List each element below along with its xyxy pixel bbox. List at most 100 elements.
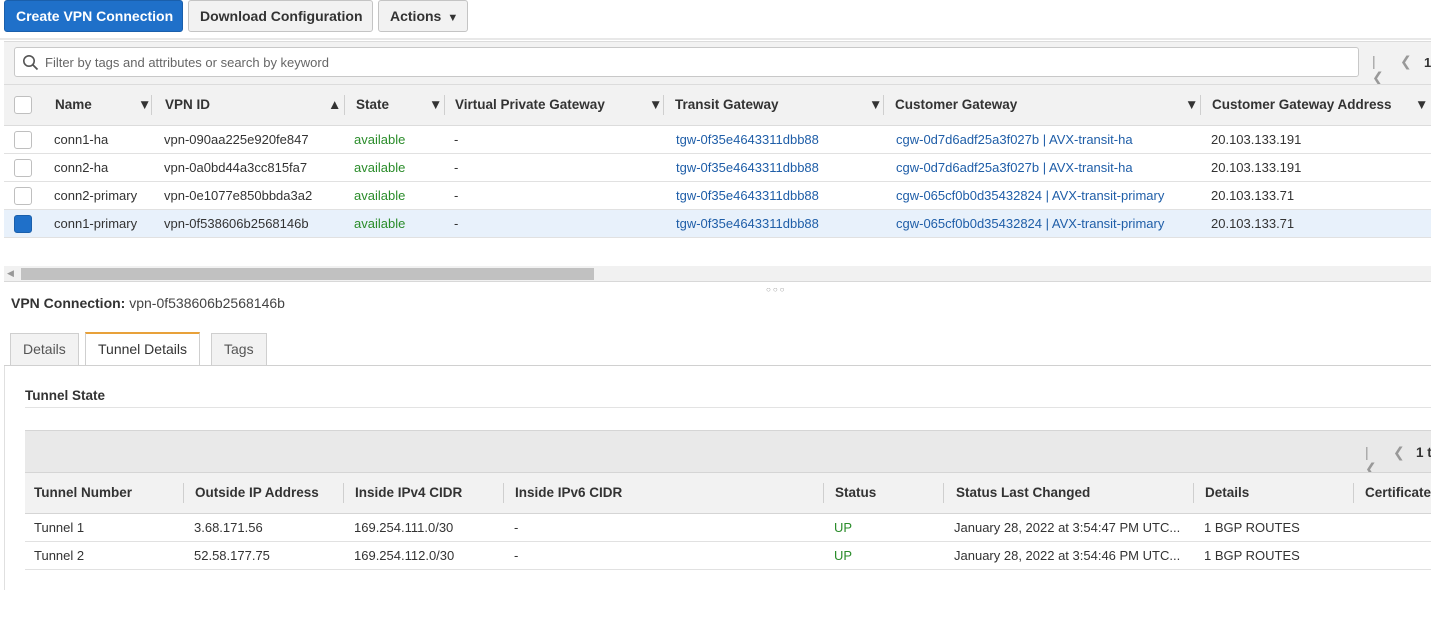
row-checkbox[interactable] bbox=[14, 131, 32, 149]
table-row[interactable]: conn2-ha vpn-0a0bd44a3cc815fa7 available… bbox=[4, 154, 1431, 182]
caret-down-icon: ▼ bbox=[447, 12, 459, 24]
section-title: Tunnel State bbox=[25, 388, 106, 403]
column-header-certificate[interactable]: Certificate bbox=[1365, 473, 1431, 513]
column-header-customer-gateway[interactable]: Customer Gateway bbox=[895, 85, 1017, 125]
cell-customer-gateway-address: 20.103.133.191 bbox=[1211, 160, 1302, 175]
column-header-outside-ip[interactable]: Outside IP Address bbox=[195, 473, 319, 513]
column-divider[interactable] bbox=[503, 483, 504, 503]
cell-state: available bbox=[354, 160, 406, 175]
transit-gateway-link[interactable]: tgw-0f35e4643311dbb88 bbox=[676, 154, 819, 182]
column-header-vpn-id[interactable]: VPN ID bbox=[165, 85, 210, 125]
customer-gateway-link[interactable]: cgw-065cf0b0d35432824 | AVX-transit-prim… bbox=[896, 210, 1164, 238]
download-configuration-button[interactable]: Download Configuration bbox=[188, 0, 373, 32]
tunnel-row[interactable]: Tunnel 1 3.68.171.56 169.254.111.0/30 - … bbox=[25, 514, 1431, 542]
cell-outside-ip: 3.68.171.56 bbox=[194, 520, 263, 535]
row-checkbox[interactable] bbox=[14, 159, 32, 177]
select-all-checkbox[interactable] bbox=[14, 96, 32, 114]
cell-name: conn2-ha bbox=[54, 160, 109, 175]
cell-vpg: - bbox=[454, 160, 459, 175]
column-divider[interactable] bbox=[1353, 483, 1354, 503]
tab-tunnel-details[interactable]: Tunnel Details bbox=[85, 332, 200, 366]
transit-gateway-link[interactable]: tgw-0f35e4643311dbb88 bbox=[676, 182, 819, 210]
column-divider[interactable] bbox=[183, 483, 184, 503]
create-vpn-connection-button[interactable]: Create VPN Connection bbox=[4, 0, 183, 32]
cell-vpn-id: vpn-0e1077e850bbda3a2 bbox=[164, 188, 313, 203]
column-header-state[interactable]: State bbox=[356, 85, 389, 125]
toolbar-divider bbox=[0, 38, 1431, 40]
transit-gateway-link[interactable]: tgw-0f35e4643311dbb88 bbox=[676, 210, 819, 238]
tabs-divider bbox=[4, 365, 1431, 366]
column-divider[interactable] bbox=[823, 483, 824, 503]
column-header-status-last-changed[interactable]: Status Last Changed bbox=[956, 473, 1090, 513]
cell-vpn-id: vpn-090aa225e920fe847 bbox=[164, 132, 309, 147]
scroll-left-icon[interactable]: ◀ bbox=[7, 268, 14, 279]
customer-gateway-link[interactable]: cgw-0d7d6adf25a3f027b | AVX-transit-ha bbox=[896, 154, 1133, 182]
table-row[interactable]: conn1-ha vpn-090aa225e920fe847 available… bbox=[4, 126, 1431, 154]
scrollbar-thumb[interactable] bbox=[21, 268, 594, 280]
cell-name: conn1-ha bbox=[54, 132, 109, 147]
column-divider[interactable] bbox=[943, 483, 944, 503]
search-icon bbox=[23, 55, 39, 71]
sort-asc-icon[interactable]: ▲ bbox=[328, 85, 341, 125]
column-header-transit-gateway[interactable]: Transit Gateway bbox=[675, 85, 779, 125]
table-row[interactable]: conn2-primary vpn-0e1077e850bbda3a2 avai… bbox=[4, 182, 1431, 210]
tunnel-table-header: Tunnel Number Outside IP Address Inside … bbox=[25, 472, 1431, 514]
prev-page-icon[interactable]: ❮ bbox=[1400, 53, 1412, 70]
sort-desc-icon[interactable]: ▼ bbox=[429, 85, 442, 125]
horizontal-scrollbar[interactable]: ◀ bbox=[4, 266, 1431, 282]
status-badge: UP bbox=[834, 520, 853, 535]
detail-vpn-id: vpn-0f538606b2568146b bbox=[129, 295, 285, 311]
cell-outside-ip: 52.58.177.75 bbox=[194, 548, 270, 563]
row-checkbox-checked[interactable] bbox=[14, 215, 32, 233]
first-page-icon[interactable]: |❮ bbox=[1372, 53, 1384, 86]
detail-label: VPN Connection: bbox=[11, 295, 126, 311]
column-header-status[interactable]: Status bbox=[835, 473, 876, 513]
tunnel-table-toolbar: |❮ ❮ 1 to 2 bbox=[25, 430, 1431, 476]
sort-desc-icon[interactable]: ▼ bbox=[869, 85, 882, 125]
filter-bar: Filter by tags and attributes or search … bbox=[4, 41, 1431, 86]
column-divider[interactable] bbox=[151, 95, 152, 115]
column-divider[interactable] bbox=[883, 95, 884, 115]
customer-gateway-link[interactable]: cgw-0d7d6adf25a3f027b | AVX-transit-ha bbox=[896, 126, 1133, 154]
cell-name: conn2-primary bbox=[54, 188, 138, 203]
column-header-tunnel-number[interactable]: Tunnel Number bbox=[34, 473, 132, 513]
search-input[interactable]: Filter by tags and attributes or search … bbox=[14, 47, 1359, 77]
sort-desc-icon[interactable]: ▼ bbox=[1185, 85, 1198, 125]
cell-customer-gateway-address: 20.103.133.71 bbox=[1211, 216, 1295, 231]
transit-gateway-link[interactable]: tgw-0f35e4643311dbb88 bbox=[676, 126, 819, 154]
column-divider[interactable] bbox=[444, 95, 445, 115]
tunnel-row[interactable]: Tunnel 2 52.58.177.75 169.254.112.0/30 -… bbox=[25, 542, 1431, 570]
cell-state: available bbox=[354, 132, 406, 147]
column-divider[interactable] bbox=[344, 95, 345, 115]
sort-desc-icon[interactable]: ▼ bbox=[649, 85, 662, 125]
row-checkbox[interactable] bbox=[14, 187, 32, 205]
prev-page-icon[interactable]: ❮ bbox=[1393, 444, 1405, 461]
actions-dropdown-button[interactable]: Actions ▼ bbox=[378, 0, 468, 32]
tab-tags[interactable]: Tags bbox=[211, 333, 267, 366]
column-header-virtual-private-gateway[interactable]: Virtual Private Gateway bbox=[455, 85, 605, 125]
column-header-details[interactable]: Details bbox=[1205, 473, 1249, 513]
cell-tunnel-number: Tunnel 2 bbox=[34, 548, 85, 563]
customer-gateway-link[interactable]: cgw-065cf0b0d35432824 | AVX-transit-prim… bbox=[896, 182, 1164, 210]
cell-customer-gateway-address: 20.103.133.191 bbox=[1211, 132, 1302, 147]
column-header-name[interactable]: Name bbox=[55, 85, 92, 125]
column-divider[interactable] bbox=[663, 95, 664, 115]
column-header-inside-ipv4[interactable]: Inside IPv4 CIDR bbox=[355, 473, 462, 513]
column-divider[interactable] bbox=[343, 483, 344, 503]
cell-vpn-id: vpn-0a0bd44a3cc815fa7 bbox=[164, 160, 308, 175]
panel-resize-handle[interactable]: ○○○ bbox=[766, 285, 787, 294]
vpn-table-header: Name ▼ VPN ID ▲ State ▼ Virtual Private … bbox=[4, 84, 1431, 126]
page-number: 1 bbox=[1424, 55, 1431, 70]
tab-details[interactable]: Details bbox=[10, 333, 79, 366]
sort-desc-icon[interactable]: ▼ bbox=[138, 85, 151, 125]
column-divider[interactable] bbox=[1200, 95, 1201, 115]
cell-customer-gateway-address: 20.103.133.71 bbox=[1211, 188, 1295, 203]
table-row-selected[interactable]: conn1-primary vpn-0f538606b2568146b avai… bbox=[4, 210, 1431, 238]
sort-desc-icon[interactable]: ▼ bbox=[1415, 85, 1428, 125]
cell-inside-ipv6: - bbox=[514, 548, 519, 563]
cell-state: available bbox=[354, 188, 406, 203]
column-header-customer-gateway-address[interactable]: Customer Gateway Address bbox=[1212, 85, 1392, 125]
cell-inside-ipv6: - bbox=[514, 520, 519, 535]
column-divider[interactable] bbox=[1193, 483, 1194, 503]
column-header-inside-ipv6[interactable]: Inside IPv6 CIDR bbox=[515, 473, 622, 513]
